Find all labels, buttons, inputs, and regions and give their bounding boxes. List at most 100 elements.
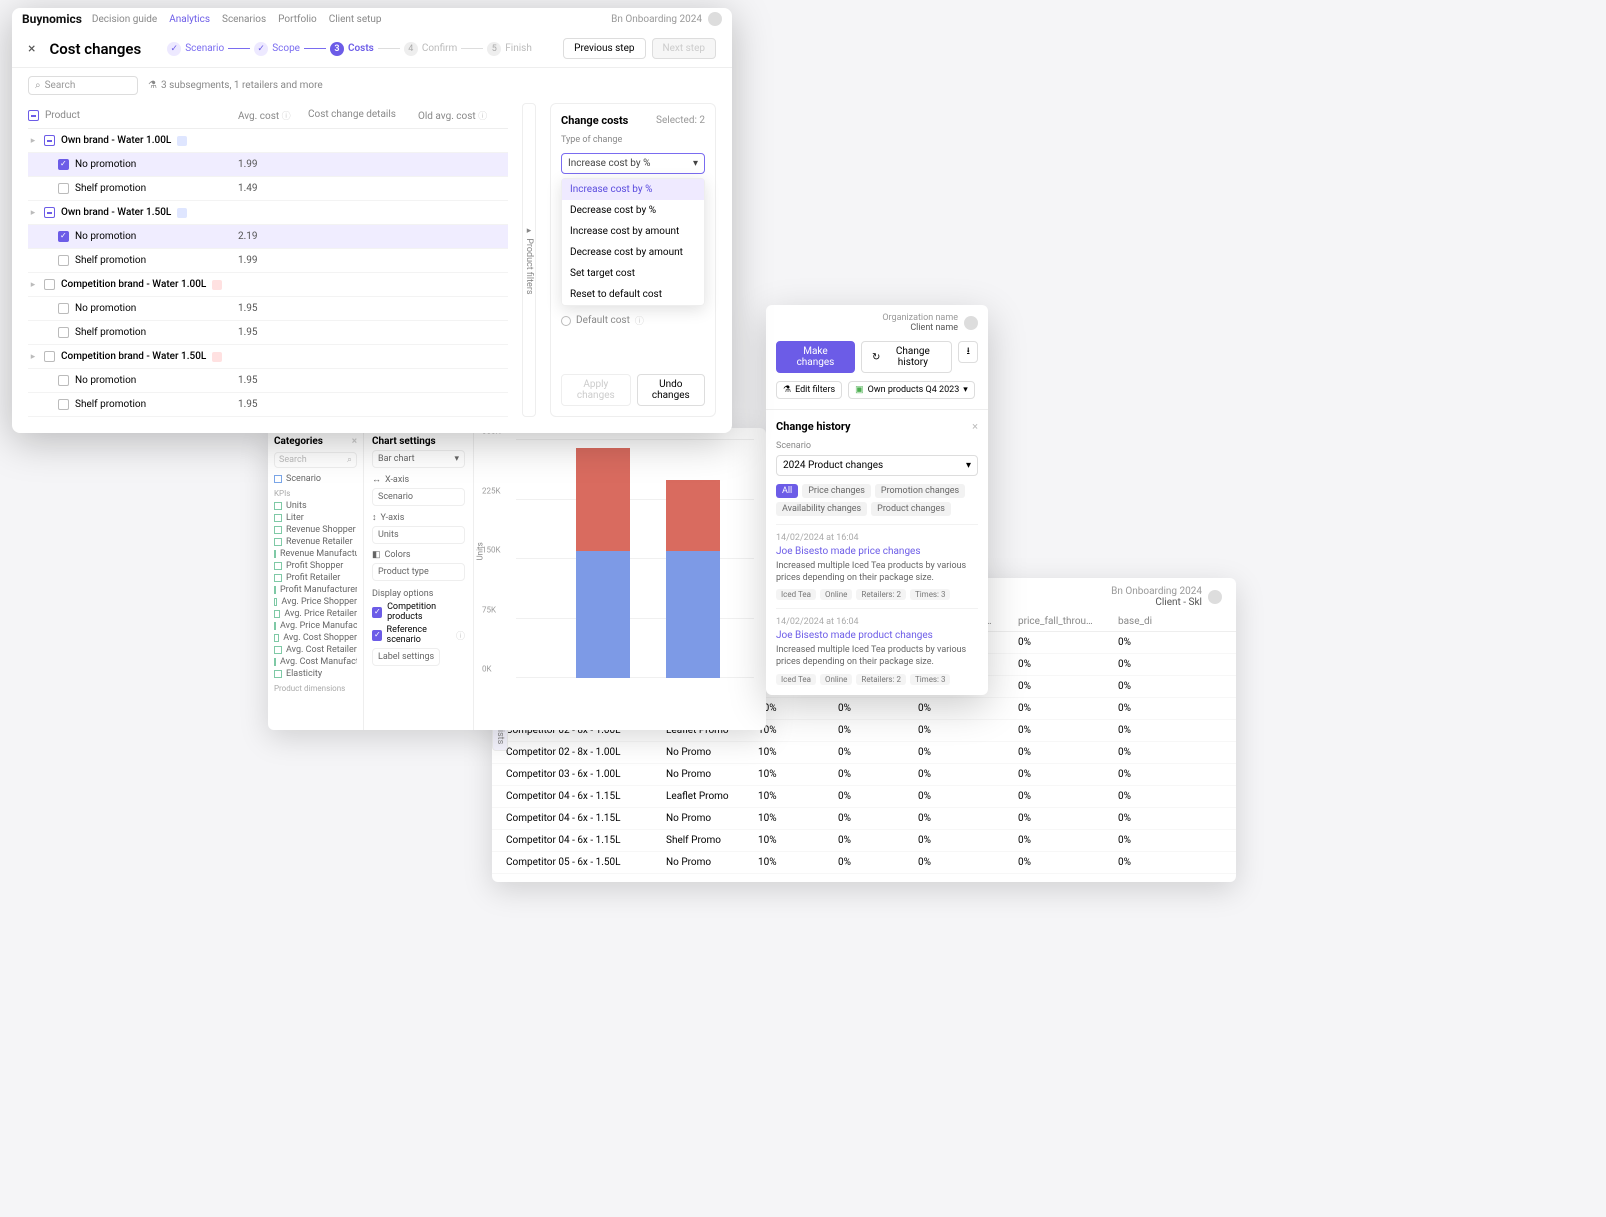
kpi-item[interactable]: Avg. Cost Shopper (274, 632, 357, 644)
row-checkbox[interactable] (58, 183, 69, 194)
undo-changes-button[interactable]: Undo changes (637, 374, 705, 406)
kpi-item[interactable]: Profit Retailer (274, 572, 357, 584)
kpi-item[interactable]: Avg. Price Retailer (274, 608, 357, 620)
table-row[interactable]: Competitor 03 - 6x - 1.00LNo Promo10%0%0… (492, 764, 1236, 786)
step-costs[interactable]: 3Costs (330, 42, 374, 56)
table-row[interactable]: Competitor 04 - 6x - 1.15LNo Promo10%0%0… (492, 808, 1236, 830)
reference-toggle[interactable]: Reference scenarioⓘ (372, 625, 465, 645)
filter-chip[interactable]: Product changes (871, 502, 951, 516)
product-search[interactable]: ⌕Search (28, 76, 138, 95)
product-row[interactable]: No promotion1.95 (28, 297, 508, 321)
scenario-field[interactable]: Scenario (274, 473, 357, 485)
edit-filters-button[interactable]: ⚗Edit filters (776, 381, 842, 399)
row-checkbox[interactable] (58, 399, 69, 410)
nav-scenarios[interactable]: Scenarios (222, 14, 266, 25)
step-finish[interactable]: 5Finish (487, 42, 532, 56)
filter-chip[interactable]: Promotion changes (875, 484, 965, 498)
avatar[interactable] (964, 316, 978, 330)
change-type-option[interactable]: Reset to default cost (562, 284, 704, 305)
row-checkbox[interactable] (44, 351, 55, 362)
colors-select[interactable]: Product type (372, 563, 465, 581)
row-checkbox[interactable] (58, 375, 69, 386)
product-row[interactable]: No promotion2.19 (28, 225, 508, 249)
step-scenario[interactable]: ✓Scenario (167, 42, 224, 56)
row-checkbox[interactable] (58, 231, 69, 242)
product-row[interactable]: Shelf promotion1.95 (28, 393, 508, 417)
product-group-row[interactable]: ▸Competition brand - Water 1.00L (28, 273, 508, 297)
close-icon[interactable]: × (352, 436, 357, 447)
nav-decision-guide[interactable]: Decision guide (92, 14, 157, 25)
nav-portfolio[interactable]: Portfolio (278, 14, 317, 25)
change-type-option[interactable]: Decrease cost by amount (562, 242, 704, 263)
filter-chip[interactable]: All (776, 484, 798, 498)
avatar[interactable] (1208, 590, 1222, 604)
entry-link[interactable]: Joe Bisesto made product changes (776, 630, 978, 641)
product-group-row[interactable]: ▸Competition brand - Water 1.50L (28, 345, 508, 369)
change-type-select[interactable]: Increase cost by %▾ (561, 153, 705, 174)
yaxis-select[interactable]: Units (372, 526, 465, 544)
row-checkbox[interactable] (44, 207, 55, 218)
product-row[interactable]: Shelf promotion1.49 (28, 177, 508, 201)
select-all-checkbox[interactable] (28, 110, 39, 121)
kpi-item[interactable]: Avg. Cost Retailer (274, 644, 357, 656)
change-type-option[interactable]: Set target cost (562, 263, 704, 284)
preset-select[interactable]: ▣Own products Q4 2023▾ (848, 381, 975, 399)
previous-step-button[interactable]: Previous step (563, 38, 645, 59)
row-checkbox[interactable] (58, 159, 69, 170)
download-button[interactable]: ⭳ (958, 341, 978, 363)
brand-logo[interactable]: Buynomics (22, 12, 82, 26)
kpi-item[interactable]: Revenue Manufactu… (274, 548, 357, 560)
nav-analytics[interactable]: Analytics (169, 14, 210, 25)
avatar[interactable] (708, 12, 722, 26)
filter-summary[interactable]: ⚗3 subsegments, 1 retailers and more (148, 80, 323, 91)
product-row[interactable]: Shelf promotion1.99 (28, 249, 508, 273)
product-row[interactable]: No promotion1.95 (28, 369, 508, 393)
kpi-item[interactable]: Avg. Price Manufact… (274, 620, 357, 632)
change-type-option[interactable]: Increase cost by % (562, 179, 704, 200)
entry-link[interactable]: Joe Bisesto made price changes (776, 546, 978, 557)
row-checkbox[interactable] (58, 255, 69, 266)
row-checkbox[interactable] (58, 327, 69, 338)
change-history-button[interactable]: ↻Change history (861, 341, 952, 373)
product-group-row[interactable]: ▸Own brand - Water 1.50L (28, 201, 508, 225)
change-type-option[interactable]: Increase cost by amount (562, 221, 704, 242)
change-type-option[interactable]: Decrease cost by % (562, 200, 704, 221)
kpi-item[interactable]: Elasticity (274, 668, 357, 680)
scenario-select[interactable]: 2024 Product changes▾ (776, 455, 978, 476)
default-cost-radio[interactable]: Default costⓘ (561, 314, 705, 327)
table-row[interactable]: Competitor 04 - 6x - 1.15LLeaflet Promo1… (492, 786, 1236, 808)
table-row[interactable]: Competitor 05 - 6x - 1.50LNo Promo10%0%0… (492, 852, 1236, 874)
product-group-row[interactable]: ▸Own brand - Water 1.00L (28, 129, 508, 153)
competition-toggle[interactable]: Competition products (372, 602, 465, 622)
nav-client-setup[interactable]: Client setup (329, 14, 382, 25)
step-confirm[interactable]: 4Confirm (404, 42, 457, 56)
kpi-item[interactable]: Liter (274, 512, 357, 524)
kpi-item[interactable]: Avg. Price Shopper (274, 596, 357, 608)
close-icon[interactable]: × (28, 41, 35, 57)
step-scope[interactable]: ✓Scope (254, 42, 300, 56)
product-filters-toggle[interactable]: ▸ Product filters (522, 103, 536, 417)
chevron-right-icon[interactable]: ▸ (28, 352, 38, 362)
xaxis-select[interactable]: Scenario (372, 488, 465, 506)
product-row[interactable]: Shelf promotion1.95 (28, 321, 508, 345)
kpi-item[interactable]: Avg. Cost Manufact… (274, 656, 357, 668)
make-changes-button[interactable]: Make changes (776, 341, 855, 373)
kpi-item[interactable]: Profit Shopper (274, 560, 357, 572)
table-row[interactable]: Competitor 04 - 6x - 1.15LShelf Promo10%… (492, 830, 1236, 852)
kpi-item[interactable]: Profit Manufacturer (274, 584, 357, 596)
chart-type-select[interactable]: Bar chart▾ (372, 450, 465, 468)
kpi-item[interactable]: Units (274, 500, 357, 512)
product-row[interactable]: No promotion1.99 (28, 153, 508, 177)
filter-chip[interactable]: Price changes (802, 484, 871, 498)
table-row[interactable]: Competitor 02 - 8x - 1.00LNo Promo10%0%0… (492, 742, 1236, 764)
chevron-right-icon[interactable]: ▸ (28, 208, 38, 218)
kpi-item[interactable]: Revenue Retailer (274, 536, 357, 548)
row-checkbox[interactable] (44, 135, 55, 146)
kpi-item[interactable]: Revenue Shopper (274, 524, 357, 536)
filter-chip[interactable]: Availability changes (776, 502, 867, 516)
row-checkbox[interactable] (58, 303, 69, 314)
close-icon[interactable]: × (972, 420, 978, 433)
category-search[interactable]: Search⌕ (274, 452, 357, 468)
row-checkbox[interactable] (44, 279, 55, 290)
chevron-right-icon[interactable]: ▸ (28, 136, 38, 146)
